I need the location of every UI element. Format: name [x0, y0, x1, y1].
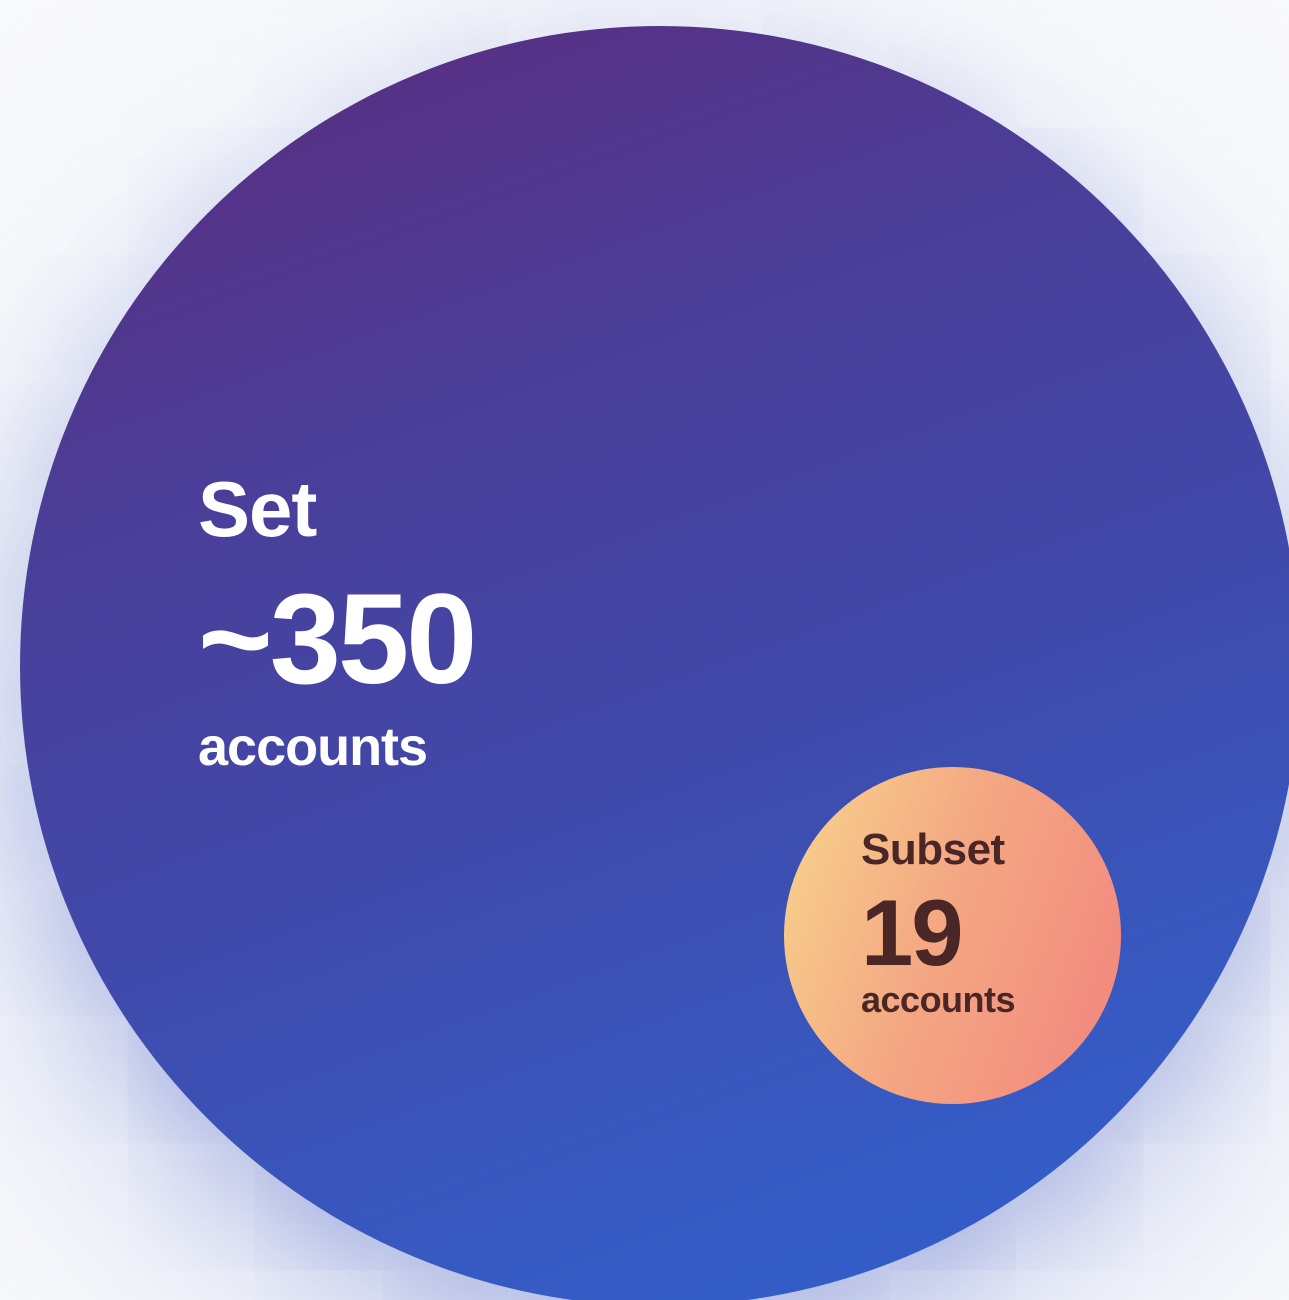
- subset-count: 19: [861, 880, 964, 985]
- subset-title: Subset: [861, 825, 1005, 874]
- subset-unit: accounts: [861, 979, 1016, 1020]
- subset-label-group: Subset 19 accounts: [861, 825, 1016, 1020]
- set-count: ~350: [198, 568, 477, 711]
- set-label-group: Set ~350 accounts: [198, 465, 477, 777]
- set-unit: accounts: [198, 717, 428, 777]
- set-title: Set: [198, 465, 317, 553]
